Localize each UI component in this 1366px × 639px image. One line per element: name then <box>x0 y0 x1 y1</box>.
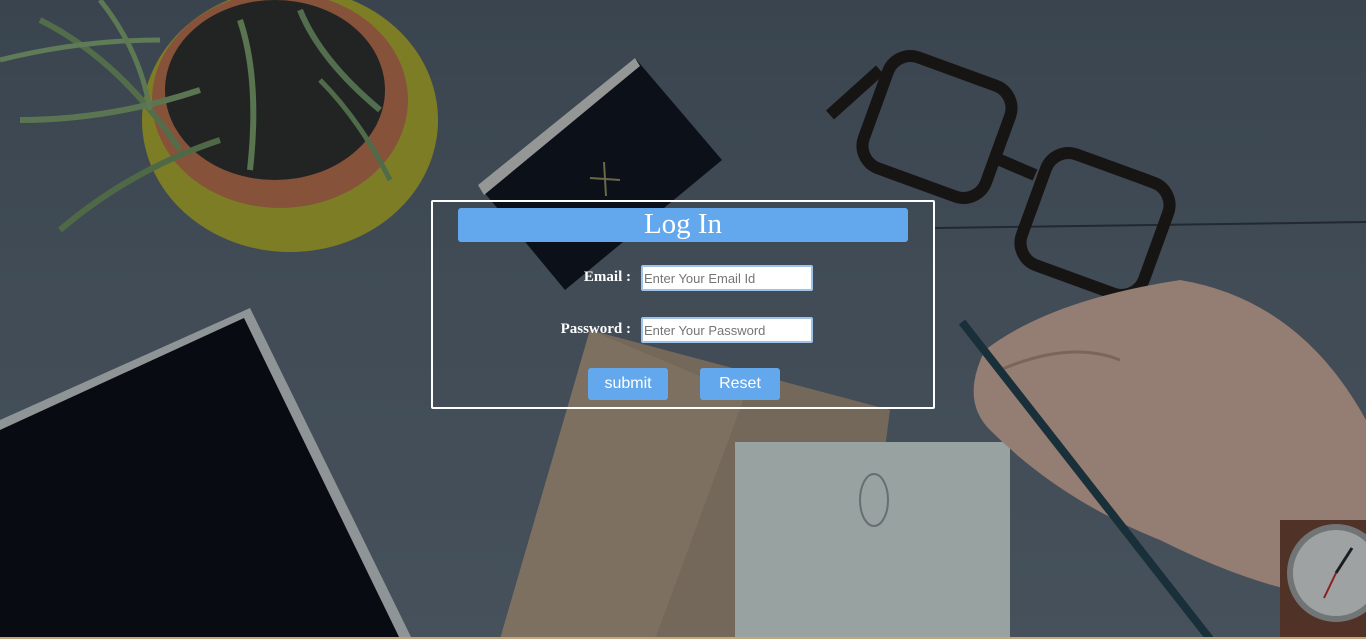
login-title: Log In <box>458 208 908 242</box>
reset-button[interactable]: Reset <box>700 368 780 400</box>
email-label: Email : <box>583 269 631 285</box>
password-row: Password : <box>433 317 933 343</box>
login-form: Log In Email : Password : submit Reset <box>431 200 935 409</box>
submit-button[interactable]: submit <box>588 368 668 400</box>
email-input[interactable] <box>641 265 813 291</box>
password-input[interactable] <box>641 317 813 343</box>
password-label: Password : <box>560 321 631 337</box>
email-row: Email : <box>433 265 933 291</box>
